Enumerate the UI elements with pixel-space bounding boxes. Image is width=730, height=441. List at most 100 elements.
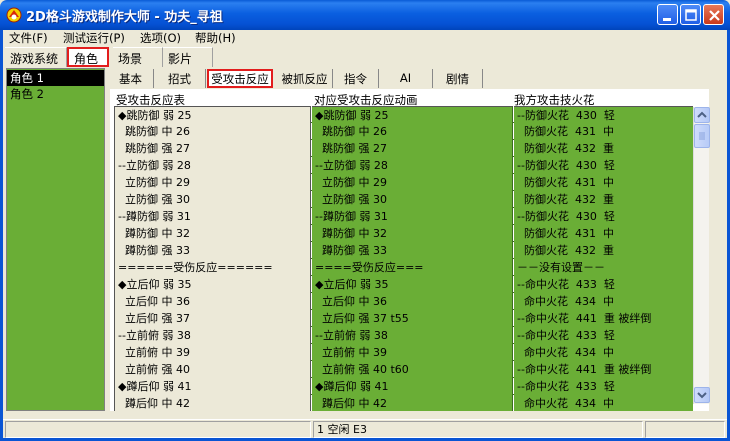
- scroll-down-button[interactable]: [694, 387, 710, 403]
- animation-cell[interactable]: ====受伤反应===: [312, 259, 513, 276]
- animation-cell[interactable]: 跳防御 中 26: [312, 123, 513, 140]
- reaction-cell[interactable]: 立后仰 强 37: [114, 310, 311, 327]
- animation-cell[interactable]: --蹲防御 弱 31: [312, 208, 513, 225]
- reaction-cell[interactable]: 立防御 强 30: [114, 191, 311, 208]
- spark-cell[interactable]: --命中火花 433 轻: [514, 327, 693, 344]
- spark-cell[interactable]: 命中火花 434 中: [514, 293, 693, 310]
- reaction-cell[interactable]: 蹲防御 中 32: [114, 225, 311, 242]
- vertical-scrollbar[interactable]: [693, 107, 710, 404]
- table-row[interactable]: 立防御 强 30 立防御 强 30 防御火花 432 重: [114, 191, 693, 208]
- subtab-moves[interactable]: 招式: [154, 69, 206, 88]
- spark-cell[interactable]: 命中火花 434 中: [514, 395, 693, 411]
- table-row[interactable]: 跳防御 强 27 跳防御 强 27 防御火花 432 重: [114, 140, 693, 157]
- animation-cell[interactable]: 立防御 中 29: [312, 174, 513, 191]
- table-row[interactable]: 立防御 中 29 立防御 中 29 防御火花 431 中: [114, 174, 693, 191]
- spark-cell[interactable]: --命中火花 441 重 被绊倒: [514, 310, 693, 327]
- animation-cell[interactable]: 立防御 强 30: [312, 191, 513, 208]
- spark-cell[interactable]: 命中火花 434 中: [514, 344, 693, 361]
- maximize-icon: [685, 9, 697, 21]
- spark-cell[interactable]: --命中火花 433 轻: [514, 378, 693, 395]
- reaction-cell[interactable]: ◆蹲后仰 弱 41: [114, 378, 311, 395]
- maximize-button[interactable]: [680, 4, 701, 25]
- table-row[interactable]: 跳防御 中 26 跳防御 中 26 防御火花 431 中: [114, 123, 693, 140]
- menu-file[interactable]: 文件(F): [9, 30, 48, 46]
- spark-cell[interactable]: 防御火花 432 重: [514, 140, 693, 157]
- subtab-story[interactable]: 剧情: [433, 69, 483, 88]
- spark-cell[interactable]: --防御火花 430 轻: [514, 106, 693, 123]
- subtab-grab-reaction[interactable]: 被抓反应: [277, 69, 333, 88]
- spark-cell[interactable]: －－没有设置－－: [514, 259, 693, 276]
- animation-cell[interactable]: 立前俯 强 40 t60: [312, 361, 513, 378]
- table-row[interactable]: 蹲防御 强 33 蹲防御 强 33 防御火花 432 重: [114, 242, 693, 259]
- animation-cell[interactable]: ◆立后仰 弱 35: [312, 276, 513, 293]
- table-row[interactable]: --立防御 弱 28 --立防御 弱 28 --防御火花 430 轻: [114, 157, 693, 174]
- table-row[interactable]: --蹲防御 弱 31 --蹲防御 弱 31 --防御火花 430 轻: [114, 208, 693, 225]
- scroll-up-button[interactable]: [694, 107, 710, 123]
- spark-cell[interactable]: 防御火花 432 重: [514, 242, 693, 259]
- reaction-cell[interactable]: 跳防御 强 27: [114, 140, 311, 157]
- reaction-cell[interactable]: --蹲防御 弱 31: [114, 208, 311, 225]
- subtab-commands[interactable]: 指令: [333, 69, 379, 88]
- status-panel-right: [645, 421, 725, 438]
- reaction-cell[interactable]: ◆立后仰 弱 35: [114, 276, 311, 293]
- animation-cell[interactable]: ◆跳防御 弱 25: [312, 106, 513, 123]
- reaction-cell[interactable]: 蹲后仰 中 42: [114, 395, 311, 411]
- table-row[interactable]: 立前俯 强 40 立前俯 强 40 t60 --命中火花 441 重 被绊倒: [114, 361, 693, 378]
- reaction-cell[interactable]: 立防御 中 29: [114, 174, 311, 191]
- subtab-ai[interactable]: AI: [379, 69, 433, 88]
- spark-cell[interactable]: 防御火花 432 重: [514, 191, 693, 208]
- animation-cell[interactable]: 蹲防御 中 32: [312, 225, 513, 242]
- character-item-1[interactable]: 角色 1: [7, 70, 104, 86]
- tab-movie[interactable]: 影片: [163, 47, 213, 67]
- scroll-thumb[interactable]: [694, 124, 710, 148]
- animation-cell[interactable]: 立后仰 中 36: [312, 293, 513, 310]
- table-row[interactable]: ======受伤反应====== ====受伤反应=== －－没有设置－－: [114, 259, 693, 276]
- table-row[interactable]: ◆立后仰 弱 35 ◆立后仰 弱 35 --命中火花 433 轻: [114, 276, 693, 293]
- tab-character[interactable]: 角色: [67, 47, 109, 67]
- spark-cell[interactable]: 防御火花 431 中: [514, 174, 693, 191]
- spark-cell[interactable]: 防御火花 431 中: [514, 123, 693, 140]
- animation-cell[interactable]: --立前俯 弱 38: [312, 327, 513, 344]
- animation-cell[interactable]: 蹲防御 强 33: [312, 242, 513, 259]
- character-item-2[interactable]: 角色 2: [7, 86, 104, 102]
- reaction-cell[interactable]: 立前俯 中 39: [114, 344, 311, 361]
- tab-game-system[interactable]: 游戏系统: [5, 47, 67, 67]
- reaction-cell[interactable]: ◆跳防御 弱 25: [114, 106, 311, 123]
- reaction-cell[interactable]: ======受伤反应======: [114, 259, 311, 276]
- subtab-basic[interactable]: 基本: [108, 69, 154, 88]
- menu-help[interactable]: 帮助(H): [195, 30, 236, 46]
- spark-cell[interactable]: --防御火花 430 轻: [514, 208, 693, 225]
- table-row[interactable]: 立后仰 强 37 立后仰 强 37 t55 --命中火花 441 重 被绊倒: [114, 310, 693, 327]
- subtab-hit-reaction[interactable]: 受攻击反应: [207, 69, 273, 88]
- table-row[interactable]: 蹲防御 中 32 蹲防御 中 32 防御火花 431 中: [114, 225, 693, 242]
- spark-cell[interactable]: 防御火花 431 中: [514, 225, 693, 242]
- reaction-cell[interactable]: 立后仰 中 36: [114, 293, 311, 310]
- tab-scene[interactable]: 场景: [113, 47, 163, 67]
- animation-cell[interactable]: 蹲后仰 中 42: [312, 395, 513, 411]
- spark-cell[interactable]: --命中火花 433 轻: [514, 276, 693, 293]
- reaction-cell[interactable]: --立前俯 弱 38: [114, 327, 311, 344]
- table-row[interactable]: 立后仰 中 36 立后仰 中 36 命中火花 434 中: [114, 293, 693, 310]
- spark-cell[interactable]: --命中火花 441 重 被绊倒: [514, 361, 693, 378]
- animation-cell[interactable]: 跳防御 强 27: [312, 140, 513, 157]
- table-row[interactable]: ◆蹲后仰 弱 41 ◆蹲后仰 弱 41 --命中火花 433 轻: [114, 378, 693, 395]
- close-button[interactable]: [703, 4, 724, 25]
- reaction-cell[interactable]: 蹲防御 强 33: [114, 242, 311, 259]
- animation-cell[interactable]: 立前俯 中 39: [312, 344, 513, 361]
- character-list: 角色 1 角色 2: [6, 68, 105, 411]
- table-row[interactable]: 立前俯 中 39 立前俯 中 39 命中火花 434 中: [114, 344, 693, 361]
- minimize-button[interactable]: [657, 4, 678, 25]
- menu-options[interactable]: 选项(O): [140, 30, 181, 46]
- spark-cell[interactable]: --防御火花 430 轻: [514, 157, 693, 174]
- table-row[interactable]: ◆跳防御 弱 25 ◆跳防御 弱 25 --防御火花 430 轻: [114, 106, 693, 123]
- animation-cell[interactable]: --立防御 弱 28: [312, 157, 513, 174]
- menu-test-run[interactable]: 测试运行(P): [63, 30, 125, 46]
- reaction-cell[interactable]: 立前俯 强 40: [114, 361, 311, 378]
- table-row[interactable]: 蹲后仰 中 42 蹲后仰 中 42 命中火花 434 中: [114, 395, 693, 411]
- animation-cell[interactable]: ◆蹲后仰 弱 41: [312, 378, 513, 395]
- table-row[interactable]: --立前俯 弱 38 --立前俯 弱 38 --命中火花 433 轻: [114, 327, 693, 344]
- reaction-cell[interactable]: --立防御 弱 28: [114, 157, 311, 174]
- arrow-down-icon: [697, 392, 707, 399]
- animation-cell[interactable]: 立后仰 强 37 t55: [312, 310, 513, 327]
- reaction-cell[interactable]: 跳防御 中 26: [114, 123, 311, 140]
